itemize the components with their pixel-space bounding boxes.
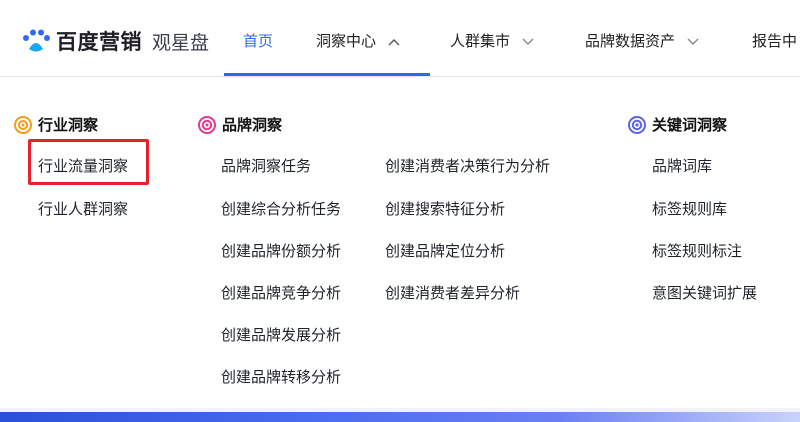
nav-insight-center-label: 洞察中心 bbox=[316, 32, 377, 50]
nav-brand-data-assets[interactable]: 品牌数据资产 bbox=[585, 30, 699, 51]
nav-home[interactable]: 首页 bbox=[243, 30, 273, 51]
section-industry-insight: 行业洞察 bbox=[14, 114, 98, 135]
menu-create-brand-development-analysis[interactable]: 创建品牌发展分析 bbox=[221, 324, 341, 345]
menu-industry-audience-insight[interactable]: 行业人群洞察 bbox=[38, 198, 128, 219]
chevron-down-icon bbox=[687, 32, 699, 50]
menu-create-consumer-decision-analysis[interactable]: 创建消费者决策行为分析 bbox=[385, 155, 550, 176]
nav-home-label: 首页 bbox=[243, 32, 274, 50]
industry-insight-icon bbox=[14, 115, 32, 134]
section-industry-insight-title: 行业洞察 bbox=[38, 116, 99, 134]
menu-brand-lexicon[interactable]: 品牌词库 bbox=[652, 155, 712, 176]
nav-audience-market-label: 人群集市 bbox=[450, 32, 511, 50]
menu-tag-rule-library[interactable]: 标签规则库 bbox=[652, 198, 727, 219]
section-brand-insight: 品牌洞察 bbox=[198, 114, 282, 135]
menu-create-brand-share-analysis[interactable]: 创建品牌份额分析 bbox=[221, 240, 341, 261]
page-banner-strip bbox=[0, 412, 800, 422]
nav-brand-data-assets-label: 品牌数据资产 bbox=[585, 32, 676, 50]
nav-report-center[interactable]: 报告中 bbox=[752, 30, 797, 51]
menu-create-brand-competition-analysis[interactable]: 创建品牌竞争分析 bbox=[221, 282, 341, 303]
keyword-insight-icon bbox=[628, 115, 646, 134]
section-keyword-insight-title: 关键词洞察 bbox=[652, 116, 728, 134]
highlight-annotation-box bbox=[28, 139, 149, 185]
nav-insight-center[interactable]: 洞察中心 bbox=[316, 30, 400, 51]
menu-create-comprehensive-analysis[interactable]: 创建综合分析任务 bbox=[221, 198, 341, 219]
baidu-paw-logo-icon bbox=[23, 29, 50, 52]
nav-report-center-label: 报告中 bbox=[752, 32, 798, 50]
menu-create-search-feature-analysis[interactable]: 创建搜索特征分析 bbox=[385, 198, 505, 219]
menu-create-brand-positioning-analysis[interactable]: 创建品牌定位分析 bbox=[385, 240, 505, 261]
menu-create-consumer-difference-analysis[interactable]: 创建消费者差异分析 bbox=[385, 282, 520, 303]
logo-product-text: 观星盘 bbox=[152, 31, 210, 54]
chevron-up-icon bbox=[388, 32, 400, 50]
section-brand-insight-title: 品牌洞察 bbox=[222, 116, 283, 134]
brand-insight-icon bbox=[198, 115, 216, 134]
logo-brand-text: 百度营销 bbox=[56, 30, 142, 54]
section-keyword-insight: 关键词洞察 bbox=[628, 114, 727, 135]
menu-brand-insight-task[interactable]: 品牌洞察任务 bbox=[221, 155, 311, 176]
menu-create-brand-transfer-analysis[interactable]: 创建品牌转移分析 bbox=[221, 366, 341, 387]
menu-tag-rule-annotation[interactable]: 标签规则标注 bbox=[652, 240, 742, 261]
menu-intent-keyword-expansion[interactable]: 意图关键词扩展 bbox=[652, 282, 757, 303]
top-navbar: 百度营销 观星盘 首页 洞察中心 人群集市 品牌数据资产 报告中 bbox=[0, 0, 800, 80]
logo[interactable]: 百度营销 观星盘 bbox=[22, 26, 209, 56]
nav-audience-market[interactable]: 人群集市 bbox=[450, 30, 534, 51]
chevron-down-icon bbox=[522, 32, 534, 50]
